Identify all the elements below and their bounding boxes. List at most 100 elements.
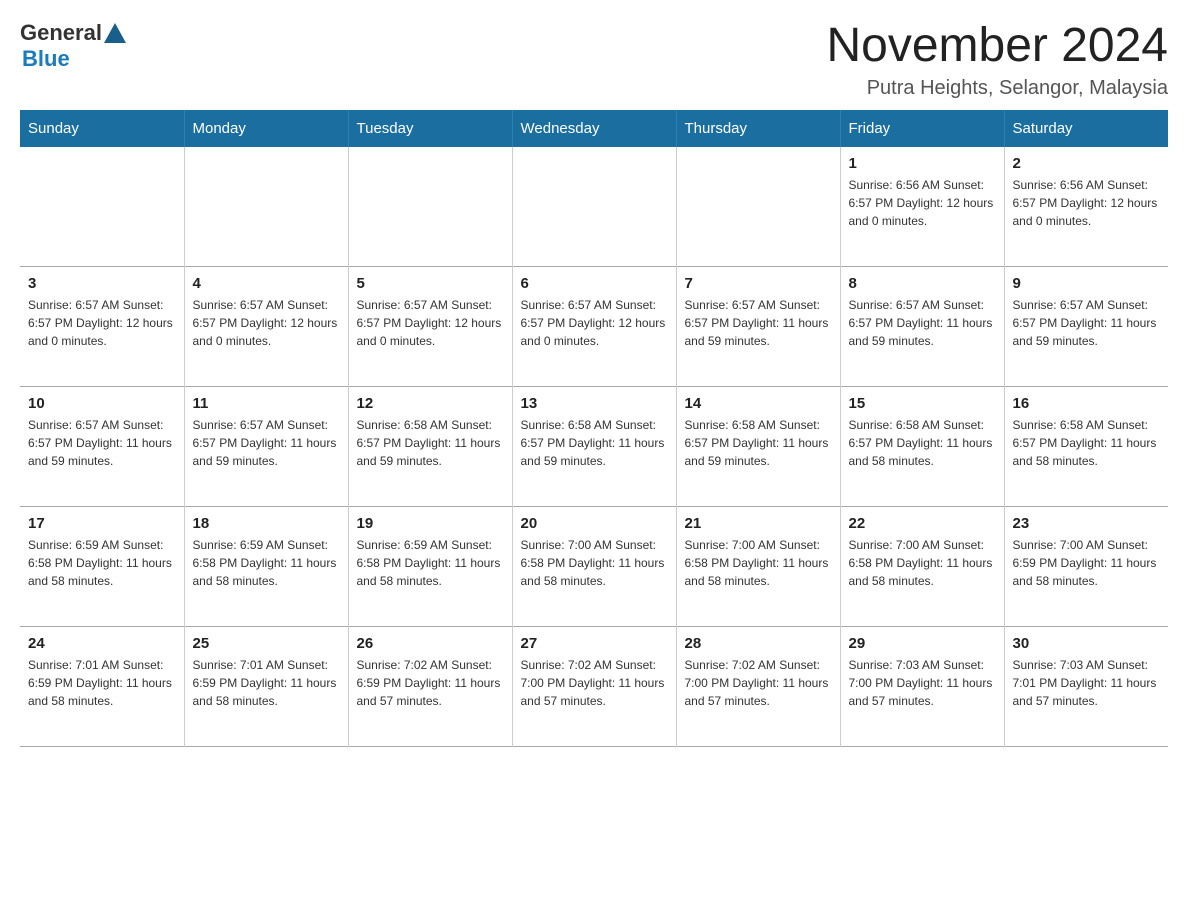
column-header-wednesday: Wednesday (512, 110, 676, 147)
calendar-cell: 22 Sunrise: 7:00 AM Sunset: 6:58 PM Dayli… (840, 507, 1004, 627)
day-number: 28 (685, 635, 832, 652)
day-info: Sunrise: 6:58 AM Sunset: 6:57 PM Dayligh… (849, 416, 996, 470)
calendar-week-row: 1 Sunrise: 6:56 AM Sunset: 6:57 PM Daylig… (20, 147, 1168, 267)
day-number: 8 (849, 275, 996, 292)
calendar-cell: 30 Sunrise: 7:03 AM Sunset: 7:01 PM Dayli… (1004, 627, 1168, 747)
day-info: Sunrise: 6:58 AM Sunset: 6:57 PM Dayligh… (1013, 416, 1161, 470)
day-info: Sunrise: 6:57 AM Sunset: 6:57 PM Dayligh… (28, 296, 176, 350)
day-info: Sunrise: 7:01 AM Sunset: 6:59 PM Dayligh… (28, 656, 176, 710)
calendar-cell: 14 Sunrise: 6:58 AM Sunset: 6:57 PM Dayli… (676, 387, 840, 507)
day-number: 13 (521, 395, 668, 412)
calendar-cell (348, 147, 512, 267)
calendar-cell: 18Sunrise: 6:59 AM Sunset: 6:58 PM Dayli… (184, 507, 348, 627)
calendar-cell: 12Sunrise: 6:58 AM Sunset: 6:57 PM Dayli… (348, 387, 512, 507)
day-number: 4 (193, 275, 340, 292)
day-info: Sunrise: 6:57 AM Sunset: 6:57 PM Dayligh… (193, 416, 340, 470)
calendar-cell: 17 Sunrise: 6:59 AM Sunset: 6:58 PM Dayli… (20, 507, 184, 627)
day-number: 18 (193, 515, 340, 532)
day-info: Sunrise: 7:00 AM Sunset: 6:59 PM Dayligh… (1013, 536, 1161, 590)
calendar-cell: 7Sunrise: 6:57 AM Sunset: 6:57 PM Daylig… (676, 267, 840, 387)
day-number: 20 (521, 515, 668, 532)
column-header-thursday: Thursday (676, 110, 840, 147)
day-info: Sunrise: 7:00 AM Sunset: 6:58 PM Dayligh… (849, 536, 996, 590)
calendar-week-row: 10 Sunrise: 6:57 AM Sunset: 6:57 PM Dayli… (20, 387, 1168, 507)
day-number: 30 (1013, 635, 1161, 652)
day-info: Sunrise: 7:00 AM Sunset: 6:58 PM Dayligh… (685, 536, 832, 590)
day-info: Sunrise: 6:57 AM Sunset: 6:57 PM Dayligh… (521, 296, 668, 350)
day-info: Sunrise: 6:59 AM Sunset: 6:58 PM Dayligh… (28, 536, 176, 590)
day-info: Sunrise: 6:59 AM Sunset: 6:58 PM Dayligh… (357, 536, 504, 590)
calendar-cell: 25 Sunrise: 7:01 AM Sunset: 6:59 PM Dayli… (184, 627, 348, 747)
column-header-monday: Monday (184, 110, 348, 147)
day-info: Sunrise: 7:02 AM Sunset: 6:59 PM Dayligh… (357, 656, 504, 710)
day-number: 24 (28, 635, 176, 652)
day-number: 5 (357, 275, 504, 292)
calendar-week-row: 3 Sunrise: 6:57 AM Sunset: 6:57 PM Daylig… (20, 267, 1168, 387)
location-subtitle: Putra Heights, Selangor, Malaysia (826, 77, 1168, 100)
calendar-cell: 13 Sunrise: 6:58 AM Sunset: 6:57 PM Dayli… (512, 387, 676, 507)
calendar-cell: 1Sunrise: 6:56 AM Sunset: 6:57 PM Daylig… (840, 147, 1004, 267)
day-info: Sunrise: 6:57 AM Sunset: 6:57 PM Dayligh… (357, 296, 504, 350)
day-number: 14 (685, 395, 832, 412)
calendar-cell: 24 Sunrise: 7:01 AM Sunset: 6:59 PM Dayli… (20, 627, 184, 747)
calendar-cell: 19 Sunrise: 6:59 AM Sunset: 6:58 PM Dayli… (348, 507, 512, 627)
calendar-table: SundayMondayTuesdayWednesdayThursdayFrid… (20, 110, 1168, 748)
calendar-week-row: 24 Sunrise: 7:01 AM Sunset: 6:59 PM Dayli… (20, 627, 1168, 747)
day-info: Sunrise: 6:57 AM Sunset: 6:57 PM Dayligh… (1013, 296, 1161, 350)
day-number: 27 (521, 635, 668, 652)
calendar-cell: 10 Sunrise: 6:57 AM Sunset: 6:57 PM Dayli… (20, 387, 184, 507)
logo: General Blue (20, 20, 126, 72)
day-info: Sunrise: 7:00 AM Sunset: 6:58 PM Dayligh… (521, 536, 668, 590)
calendar-cell (184, 147, 348, 267)
calendar-cell: 11 Sunrise: 6:57 AM Sunset: 6:57 PM Dayli… (184, 387, 348, 507)
title-block: November 2024 Putra Heights, Selangor, M… (826, 20, 1168, 100)
calendar-cell: 21 Sunrise: 7:00 AM Sunset: 6:58 PM Dayli… (676, 507, 840, 627)
day-number: 21 (685, 515, 832, 532)
calendar-cell: 16 Sunrise: 6:58 AM Sunset: 6:57 PM Dayli… (1004, 387, 1168, 507)
day-number: 1 (849, 155, 996, 172)
day-info: Sunrise: 7:02 AM Sunset: 7:00 PM Dayligh… (521, 656, 668, 710)
day-number: 16 (1013, 395, 1161, 412)
calendar-cell (512, 147, 676, 267)
day-number: 22 (849, 515, 996, 532)
day-info: Sunrise: 7:01 AM Sunset: 6:59 PM Dayligh… (193, 656, 340, 710)
column-header-friday: Friday (840, 110, 1004, 147)
day-number: 15 (849, 395, 996, 412)
day-info: Sunrise: 6:58 AM Sunset: 6:57 PM Dayligh… (521, 416, 668, 470)
column-header-sunday: Sunday (20, 110, 184, 147)
day-info: Sunrise: 6:57 AM Sunset: 6:57 PM Dayligh… (193, 296, 340, 350)
day-number: 10 (28, 395, 176, 412)
day-number: 9 (1013, 275, 1161, 292)
calendar-cell: 4 Sunrise: 6:57 AM Sunset: 6:57 PM Daylig… (184, 267, 348, 387)
day-number: 26 (357, 635, 504, 652)
calendar-week-row: 17 Sunrise: 6:59 AM Sunset: 6:58 PM Dayli… (20, 507, 1168, 627)
logo-general-text: General (20, 20, 102, 46)
calendar-cell: 2 Sunrise: 6:56 AM Sunset: 6:57 PM Daylig… (1004, 147, 1168, 267)
column-header-saturday: Saturday (1004, 110, 1168, 147)
day-number: 2 (1013, 155, 1161, 172)
calendar-cell: 6Sunrise: 6:57 AM Sunset: 6:57 PM Daylig… (512, 267, 676, 387)
page-header: General Blue November 2024 Putra Heights… (20, 20, 1168, 100)
day-number: 3 (28, 275, 176, 292)
calendar-cell: 28Sunrise: 7:02 AM Sunset: 7:00 PM Dayli… (676, 627, 840, 747)
calendar-cell: 5 Sunrise: 6:57 AM Sunset: 6:57 PM Daylig… (348, 267, 512, 387)
logo-blue-text: Blue (22, 46, 70, 72)
day-info: Sunrise: 6:58 AM Sunset: 6:57 PM Dayligh… (685, 416, 832, 470)
day-number: 25 (193, 635, 340, 652)
day-info: Sunrise: 7:03 AM Sunset: 7:00 PM Dayligh… (849, 656, 996, 710)
month-title: November 2024 (826, 20, 1168, 73)
day-number: 19 (357, 515, 504, 532)
day-info: Sunrise: 7:03 AM Sunset: 7:01 PM Dayligh… (1013, 656, 1161, 710)
calendar-cell: 15 Sunrise: 6:58 AM Sunset: 6:57 PM Dayli… (840, 387, 1004, 507)
day-number: 11 (193, 395, 340, 412)
day-info: Sunrise: 6:56 AM Sunset: 6:57 PM Dayligh… (1013, 176, 1161, 230)
calendar-cell: 8 Sunrise: 6:57 AM Sunset: 6:57 PM Daylig… (840, 267, 1004, 387)
day-number: 17 (28, 515, 176, 532)
calendar-cell: 9 Sunrise: 6:57 AM Sunset: 6:57 PM Daylig… (1004, 267, 1168, 387)
day-info: Sunrise: 6:57 AM Sunset: 6:57 PM Dayligh… (849, 296, 996, 350)
calendar-cell: 26 Sunrise: 7:02 AM Sunset: 6:59 PM Dayli… (348, 627, 512, 747)
day-info: Sunrise: 6:57 AM Sunset: 6:57 PM Dayligh… (28, 416, 176, 470)
calendar-header-row: SundayMondayTuesdayWednesdayThursdayFrid… (20, 110, 1168, 147)
day-number: 7 (685, 275, 832, 292)
column-header-tuesday: Tuesday (348, 110, 512, 147)
